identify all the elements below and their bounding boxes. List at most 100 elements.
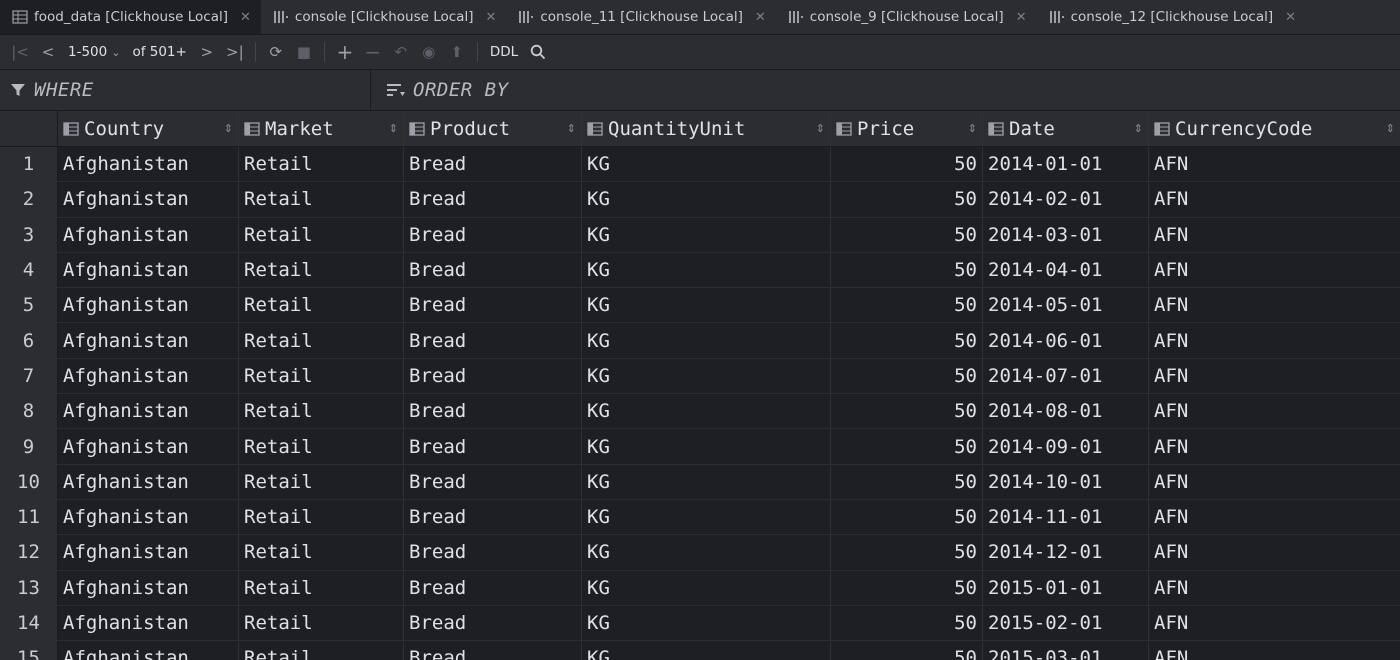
cell-product[interactable]: Bread [404, 147, 582, 182]
table-row[interactable]: 9 Afghanistan Retail Bread KG 50 2014-09… [0, 429, 1400, 465]
cell-currencycode[interactable]: AFN [1149, 641, 1400, 660]
cell-country[interactable]: Afghanistan [58, 182, 239, 217]
cell-date[interactable]: 2015-02-01 [983, 605, 1149, 641]
cell-currencycode[interactable]: AFN [1149, 288, 1400, 322]
cell-price[interactable]: 50 [831, 499, 983, 535]
cell-date[interactable]: 2015-03-01 [983, 641, 1149, 660]
cell-currencycode[interactable]: AFN [1149, 394, 1400, 428]
row-count[interactable]: of 501+ [126, 44, 192, 60]
cell-country[interactable]: Afghanistan [58, 288, 239, 323]
cell-country[interactable]: Afghanistan [58, 323, 239, 358]
row-number[interactable]: 15 [0, 641, 58, 660]
table-row[interactable]: 3 Afghanistan Retail Bread KG 50 2014-03… [0, 217, 1400, 253]
cell-price[interactable]: 50 [831, 429, 983, 464]
column-header-date[interactable]: Date ⇕ [983, 111, 1149, 146]
table-row[interactable]: 12 Afghanistan Retail Bread KG 50 2014-1… [0, 535, 1400, 571]
cell-date[interactable]: 2014-03-01 [983, 217, 1149, 252]
cell-date[interactable]: 2014-07-01 [983, 358, 1149, 394]
cell-market[interactable]: Retail [239, 217, 404, 252]
where-filter[interactable]: WHERE [0, 70, 371, 110]
row-number[interactable]: 7 [0, 358, 58, 394]
tab-console-11[interactable]: console_11 [Clickhouse Local] ✕ [506, 0, 775, 34]
cell-product[interactable]: Bread [404, 641, 582, 660]
cell-currencycode[interactable]: AFN [1149, 429, 1400, 463]
cell-country[interactable]: Afghanistan [58, 464, 239, 499]
cell-market[interactable]: Retail [239, 429, 404, 464]
add-row-icon[interactable]: + [331, 39, 359, 65]
tab-food-data[interactable]: food_data [Clickhouse Local] ✕ [0, 0, 261, 34]
cell-price[interactable]: 50 [831, 288, 983, 323]
cell-price[interactable]: 50 [831, 464, 983, 499]
cell-market[interactable]: Retail [239, 464, 404, 499]
tab-console-12[interactable]: console_12 [Clickhouse Local] ✕ [1037, 0, 1306, 34]
cell-product[interactable]: Bread [404, 535, 582, 570]
column-header-product[interactable]: Product ⇕ [404, 111, 582, 146]
cell-market[interactable]: Retail [239, 288, 404, 323]
cell-product[interactable]: Bread [404, 499, 582, 535]
cell-market[interactable]: Retail [239, 570, 404, 605]
cell-currencycode[interactable]: AFN [1149, 465, 1400, 499]
row-number[interactable]: 3 [0, 217, 58, 252]
table-row[interactable]: 13 Afghanistan Retail Bread KG 50 2015-0… [0, 570, 1400, 606]
cell-currencycode[interactable]: AFN [1149, 571, 1400, 605]
cell-product[interactable]: Bread [404, 182, 582, 217]
row-number[interactable]: 9 [0, 429, 58, 464]
cell-currencycode[interactable]: AFN [1149, 147, 1400, 181]
row-number[interactable]: 4 [0, 252, 58, 288]
cell-country[interactable]: Afghanistan [58, 252, 239, 288]
column-header-price[interactable]: Price ⇕ [831, 111, 983, 146]
cell-currencycode[interactable]: AFN [1149, 253, 1400, 287]
column-header-quantityunit[interactable]: QuantityUnit ⇕ [582, 111, 831, 146]
cell-country[interactable]: Afghanistan [58, 570, 239, 605]
submit-icon[interactable]: ⬆ [443, 39, 471, 65]
sort-toggle-icon[interactable]: ⇕ [816, 122, 825, 135]
cell-product[interactable]: Bread [404, 464, 582, 499]
row-number[interactable]: 6 [0, 323, 58, 358]
cell-price[interactable]: 50 [831, 147, 983, 182]
cell-date[interactable]: 2015-01-01 [983, 570, 1149, 605]
cell-quantityunit[interactable]: KG [582, 252, 831, 288]
table-row[interactable]: 14 Afghanistan Retail Bread KG 50 2015-0… [0, 605, 1400, 642]
cell-product[interactable]: Bread [404, 358, 582, 394]
cell-country[interactable]: Afghanistan [58, 535, 239, 570]
cell-market[interactable]: Retail [239, 182, 404, 217]
row-number[interactable]: 10 [0, 464, 58, 499]
cell-quantityunit[interactable]: KG [582, 358, 831, 394]
cell-product[interactable]: Bread [404, 323, 582, 358]
cell-product[interactable]: Bread [404, 217, 582, 252]
cell-price[interactable]: 50 [831, 605, 983, 641]
table-row[interactable]: 4 Afghanistan Retail Bread KG 50 2014-04… [0, 252, 1400, 289]
cell-date[interactable]: 2014-11-01 [983, 499, 1149, 535]
cell-market[interactable]: Retail [239, 499, 404, 535]
cell-quantityunit[interactable]: KG [582, 429, 831, 464]
sort-toggle-icon[interactable]: ⇕ [224, 122, 233, 135]
table-row[interactable]: 11 Afghanistan Retail Bread KG 50 2014-1… [0, 499, 1400, 536]
table-row[interactable]: 1 Afghanistan Retail Bread KG 50 2014-01… [0, 147, 1400, 183]
cell-date[interactable]: 2014-01-01 [983, 147, 1149, 182]
table-row[interactable]: 2 Afghanistan Retail Bread KG 50 2014-02… [0, 182, 1400, 218]
cell-date[interactable]: 2014-02-01 [983, 182, 1149, 217]
close-icon[interactable]: ✕ [1285, 10, 1296, 25]
cell-market[interactable]: Retail [239, 394, 404, 429]
cell-date[interactable]: 2014-08-01 [983, 394, 1149, 429]
next-page-icon[interactable]: > [193, 39, 221, 65]
cell-currencycode[interactable]: AFN [1149, 535, 1400, 569]
cell-price[interactable]: 50 [831, 252, 983, 288]
cell-country[interactable]: Afghanistan [58, 499, 239, 535]
cell-price[interactable]: 50 [831, 535, 983, 570]
row-number[interactable]: 11 [0, 499, 58, 535]
cell-currencycode[interactable]: AFN [1149, 218, 1400, 252]
close-icon[interactable]: ✕ [755, 10, 766, 25]
column-header-currencycode[interactable]: CurrencyCode ⇕ [1149, 111, 1400, 146]
cell-quantityunit[interactable]: KG [582, 605, 831, 641]
row-number[interactable]: 12 [0, 535, 58, 570]
cell-price[interactable]: 50 [831, 217, 983, 252]
cell-country[interactable]: Afghanistan [58, 605, 239, 641]
cell-date[interactable]: 2014-05-01 [983, 288, 1149, 323]
previous-page-icon[interactable]: < [34, 39, 62, 65]
last-page-icon[interactable]: >| [221, 39, 249, 65]
table-row[interactable]: 5 Afghanistan Retail Bread KG 50 2014-05… [0, 288, 1400, 324]
cell-country[interactable]: Afghanistan [58, 147, 239, 182]
cell-quantityunit[interactable]: KG [582, 323, 831, 358]
cell-price[interactable]: 50 [831, 358, 983, 394]
